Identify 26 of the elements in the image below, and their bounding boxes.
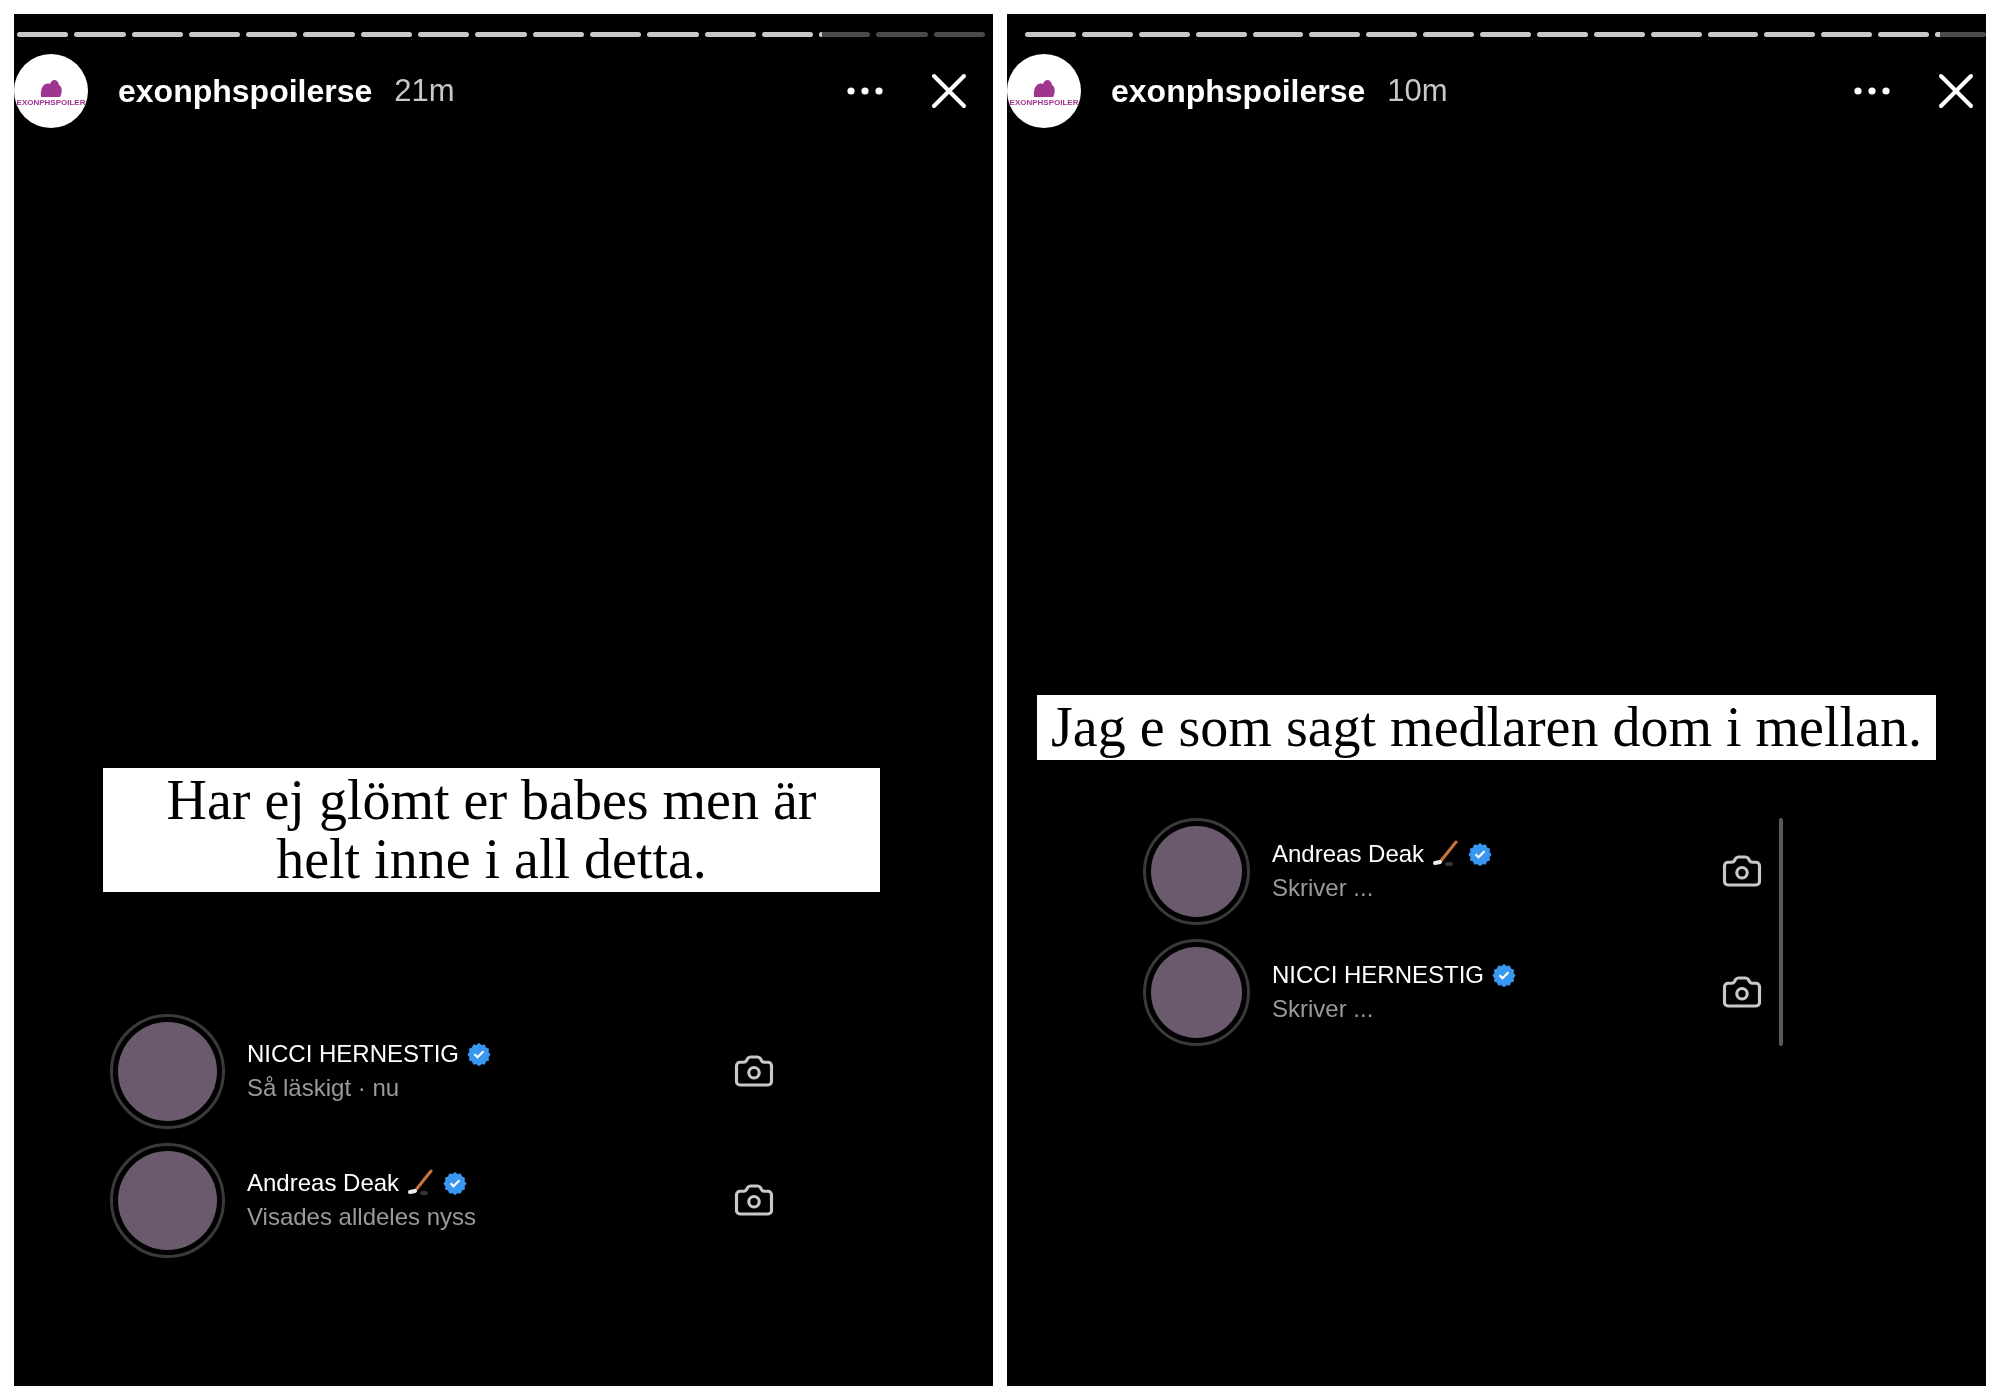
post-time: 10m bbox=[1387, 73, 1448, 109]
viewer-name: NICCI HERNESTIG bbox=[247, 1040, 459, 1069]
more-icon bbox=[847, 87, 883, 95]
avatar-ring[interactable] bbox=[110, 1142, 225, 1258]
viewer-status: Så läskigt · nu bbox=[247, 1074, 401, 1103]
account-logo[interactable]: EXONPHSPOILER bbox=[1007, 54, 1081, 128]
viewer-status: Skriver ... bbox=[1272, 995, 1375, 1024]
viewer-status: Skriver ... bbox=[1272, 874, 1375, 903]
post-time: 21m bbox=[394, 73, 455, 109]
username[interactable]: exonphspoilerse bbox=[1111, 72, 1366, 110]
viewer-status: Visades alldeles nyss bbox=[247, 1203, 478, 1232]
logo-text: EXONPHSPOILER bbox=[1009, 97, 1079, 107]
avatar-ring[interactable] bbox=[110, 1013, 225, 1129]
more-button[interactable] bbox=[1854, 87, 1890, 95]
more-button[interactable] bbox=[847, 87, 883, 95]
logo-text: EXONPHSPOILER bbox=[16, 97, 86, 107]
caption-text: Har ej glömt er babes men är helt inne i all detta. bbox=[103, 768, 880, 892]
username[interactable]: exonphspoilerse bbox=[118, 72, 373, 110]
avatar-ring[interactable] bbox=[1143, 817, 1250, 925]
more-icon bbox=[1854, 87, 1890, 95]
viewer-name: Andreas Deak bbox=[247, 1169, 400, 1198]
viewer-name: NICCI HERNESTIG bbox=[1272, 961, 1484, 990]
viewer-name: Andreas Deak bbox=[1272, 840, 1425, 869]
caption-text: Jag e som sagt medlaren dom i mellan. bbox=[1037, 695, 1936, 760]
avatar-ring[interactable] bbox=[1143, 938, 1250, 1046]
account-logo[interactable]: EXONPHSPOILER bbox=[14, 54, 88, 128]
